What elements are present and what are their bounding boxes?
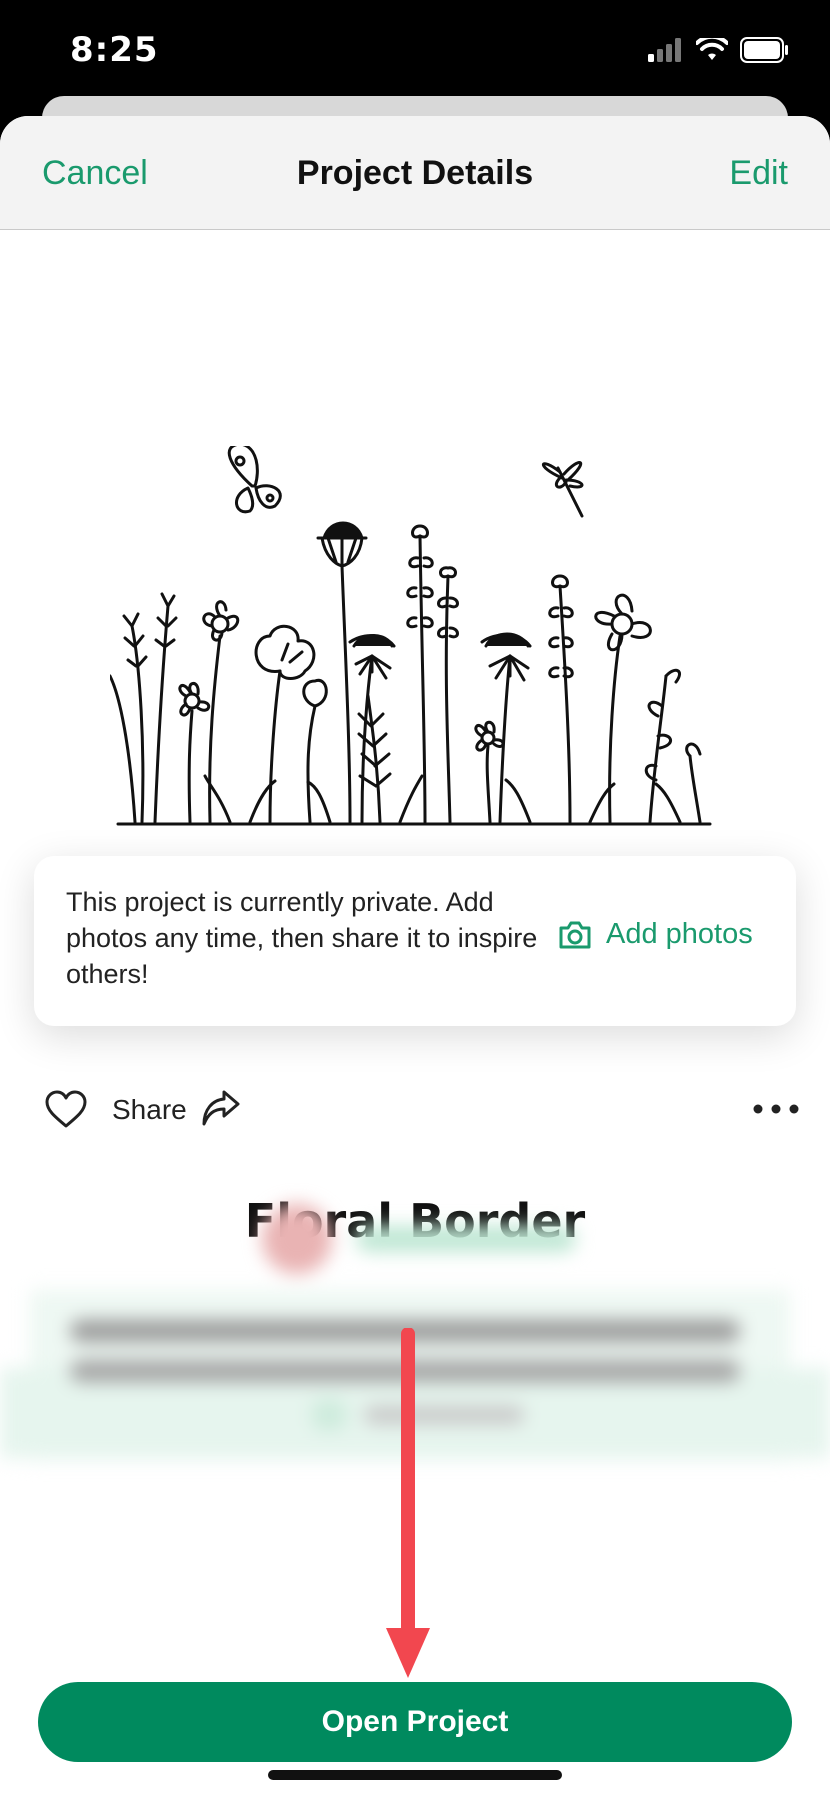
action-row: Share: [40, 1088, 800, 1138]
nav-bar: Cancel Project Details Edit: [0, 116, 830, 230]
status-bar: 8:25: [0, 0, 830, 100]
status-icons: [648, 36, 790, 64]
heart-icon[interactable]: [44, 1090, 88, 1130]
page-title: Project Details: [296, 154, 534, 192]
share-button[interactable]: Share: [112, 1094, 187, 1126]
dragonfly-drawing: [541, 461, 584, 518]
camera-icon: [559, 921, 591, 948]
private-notice-text: This project is currently private. Add p…: [66, 887, 538, 989]
blurred-author: [356, 1226, 576, 1252]
add-photos-button[interactable]: Add photos: [558, 918, 753, 951]
home-indicator: [268, 1770, 562, 1780]
signal-icon: [648, 38, 681, 62]
add-photos-label: Add photos: [606, 918, 753, 950]
status-time: 8:25: [70, 30, 159, 70]
open-project-button[interactable]: Open Project: [38, 1682, 792, 1762]
edit-button[interactable]: Edit: [729, 154, 788, 193]
avatar: [262, 1204, 332, 1274]
more-icon[interactable]: [752, 1102, 800, 1116]
wifi-icon: [696, 38, 728, 60]
project-image: [110, 446, 712, 826]
butterfly-drawing: [227, 446, 282, 514]
private-notice-card: This project is currently private. Add p…: [34, 856, 796, 1026]
blurred-icon: [312, 1400, 346, 1430]
annotation-arrow: [386, 1328, 430, 1678]
battery-icon: [740, 37, 788, 63]
share-icon[interactable]: [200, 1088, 240, 1128]
